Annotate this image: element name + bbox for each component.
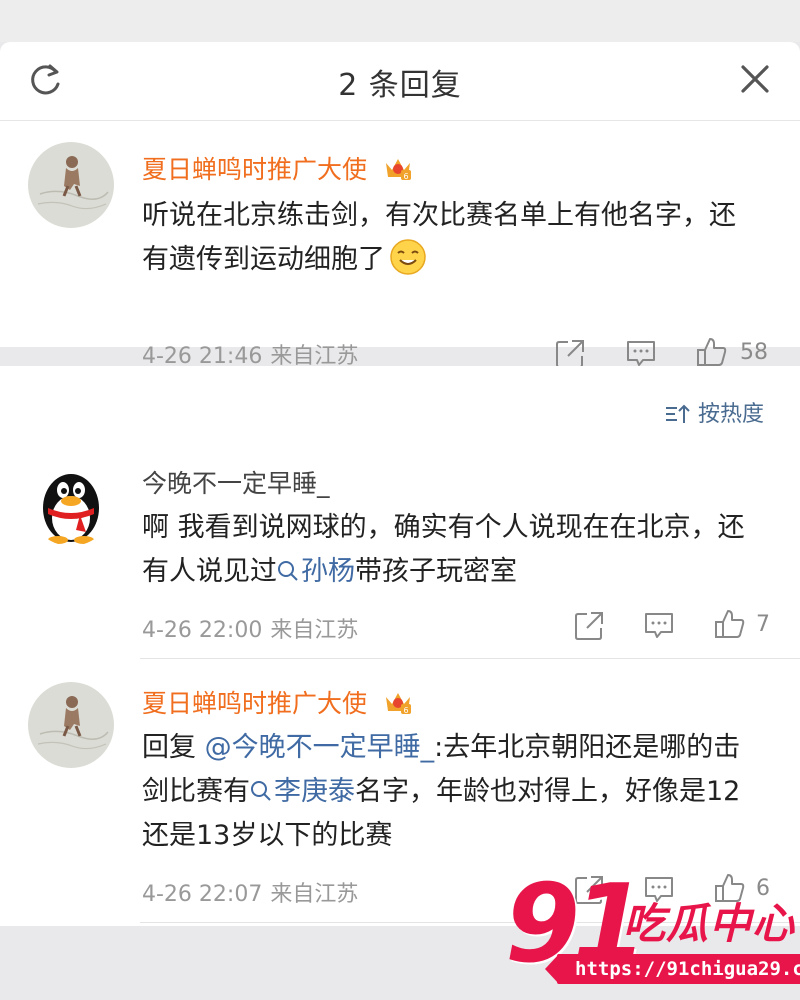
topic-link[interactable]: 李庚泰 (250, 776, 355, 807)
penguin-avatar-icon (43, 474, 99, 544)
reply-meta: 4-26 22:07 来自江苏 (142, 876, 358, 908)
reply-location: 来自江苏 (270, 618, 359, 643)
sort-icon (666, 404, 690, 423)
comment-icon[interactable] (643, 610, 675, 642)
sort-by-hot-button[interactable]: 按热度 (664, 396, 764, 428)
avatar[interactable] (28, 142, 114, 228)
like-count: 7 (756, 612, 770, 637)
username-text[interactable]: 夏日蝉鸣时推广大使 (142, 689, 367, 718)
sort-label: 按热度 (698, 402, 765, 427)
search-icon (251, 781, 271, 801)
status-strip (0, 0, 800, 42)
panel-header: 2 条回复 (0, 42, 800, 121)
reply-meta: 4-26 22:00 来自江苏 (142, 612, 358, 644)
avatar[interactable] (28, 682, 114, 768)
page-title: 2 条回复 (338, 68, 462, 103)
smile-emoji-icon (390, 239, 426, 275)
svg-text:6: 6 (403, 172, 408, 181)
username-text[interactable]: 夏日蝉鸣时推广大使 (142, 155, 367, 184)
reply-text: 回复 @今晚不一定早睡_:去年北京朝阳还是哪的击剑比赛有 李庚泰名字，年龄也对得… (142, 726, 762, 858)
avatar-image (28, 682, 114, 768)
svg-text:6: 6 (403, 706, 408, 715)
site-watermark: 91 吃瓜中心 https://91chigua29.com (505, 862, 800, 990)
reply-time: 4-26 22:07 (142, 882, 263, 907)
like-count: 58 (740, 340, 768, 365)
comment-username[interactable]: 夏日蝉鸣时推广大使 6 (142, 150, 413, 186)
reply-prefix: 回复 (142, 732, 196, 763)
crown-badge-icon: 6 (385, 159, 411, 181)
reply-time: 4-26 22:00 (142, 618, 263, 643)
comment-text-content: 听说在北京练击剑，有次比赛名单上有他名字，还有遗传到运动细胞了 (142, 200, 736, 275)
reply-username[interactable]: 今晚不一定早睡_ (142, 464, 330, 500)
watermark-name: 吃瓜中心 (623, 899, 796, 948)
search-icon (278, 561, 298, 581)
crown-badge-icon: 6 (385, 693, 411, 715)
avatar[interactable] (28, 460, 114, 546)
topic-text[interactable]: 孙杨 (301, 556, 355, 587)
comment-text: 听说在北京练击剑，有次比赛名单上有他名字，还有遗传到运动细胞了 (142, 194, 762, 282)
like-icon[interactable] (714, 608, 746, 640)
topic-text[interactable]: 李庚泰 (274, 776, 355, 807)
divider (140, 658, 800, 659)
avatar-image (28, 142, 114, 228)
topic-link[interactable]: 孙杨 (277, 556, 355, 587)
like-icon[interactable] (696, 336, 728, 368)
mention-link[interactable]: @今晚不一定早睡_ (205, 732, 435, 763)
reply-username[interactable]: 夏日蝉鸣时推广大使 6 (142, 684, 413, 720)
reply-list: 按热度 今晚不一定早睡_ 啊 我看到说网球的，确实有个人说现在在北京，还有人说见… (0, 366, 800, 926)
reply-text: 啊 我看到说网球的，确实有个人说现在在北京，还有人说见过 孙杨带孩子玩密室 (142, 506, 762, 594)
reply-location: 来自江苏 (270, 882, 359, 907)
reply-panel: 2 条回复 夏日蝉鸣时推广大使 6 听说在北京练击剑，有次比赛名单上有他名字，还… (0, 42, 800, 369)
watermark-url: https://91chigua29.com (557, 954, 800, 984)
close-icon[interactable] (736, 60, 774, 98)
share-icon[interactable] (573, 610, 605, 642)
reply-text-tail: 带孩子玩密室 (355, 556, 517, 587)
